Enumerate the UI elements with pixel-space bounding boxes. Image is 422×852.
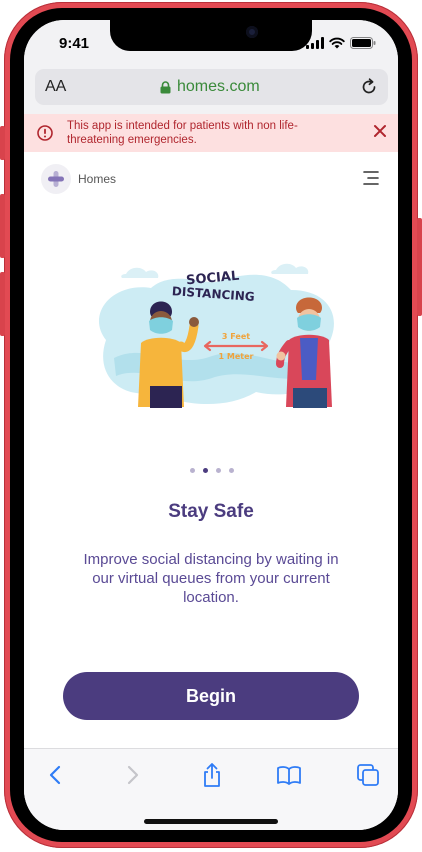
carousel-dot[interactable] (229, 468, 234, 473)
bookmarks-icon (277, 766, 301, 785)
bookmarks-button[interactable] (275, 761, 303, 789)
address-bar[interactable]: AA homes.com (35, 69, 388, 105)
onboarding-description: Improve social distancing by waiting in … (83, 551, 339, 606)
app-header: Homes (24, 160, 398, 200)
url-display[interactable]: homes.com (160, 78, 260, 96)
text-size-button[interactable]: AA (45, 78, 66, 96)
carousel-dots (190, 468, 234, 473)
social-distancing-illustration: SOCIAL DISTANCING 3 Feet 1 Meter (98, 263, 334, 408)
tabs-icon (357, 764, 379, 786)
carousel-dot[interactable] (203, 468, 208, 473)
mute-switch (0, 126, 5, 160)
browser-toolbar (24, 748, 398, 830)
back-icon (49, 765, 61, 785)
front-camera (246, 26, 258, 38)
browser-address-area: AA homes.com (24, 64, 398, 114)
volume-up-button (0, 194, 5, 258)
alert-circle-icon (37, 125, 53, 141)
status-time: 9:41 (59, 35, 90, 52)
status-icons (306, 37, 376, 49)
share-icon (204, 763, 220, 787)
carousel-dot[interactable] (216, 468, 221, 473)
alert-message: This app is intended for patients with n… (67, 120, 298, 146)
hamburger-menu-icon[interactable] (362, 170, 380, 186)
forward-icon (127, 765, 139, 785)
power-button (417, 218, 422, 316)
brand-logo[interactable] (41, 164, 71, 194)
begin-button[interactable]: Begin (63, 672, 359, 720)
volume-down-button (0, 272, 5, 336)
home-indicator (144, 819, 278, 824)
alert-banner: This app is intended for patients with n… (24, 114, 398, 152)
url-text: homes.com (177, 78, 260, 95)
back-button[interactable] (41, 761, 69, 789)
wifi-icon (329, 37, 345, 49)
close-icon[interactable] (373, 124, 387, 138)
distance-meter-label: 1 Meter (219, 352, 254, 361)
text-size-label: AA (45, 78, 67, 95)
notch (110, 20, 312, 51)
plus-logo-icon (48, 171, 64, 187)
onboarding-title: Stay Safe (168, 501, 254, 522)
forward-button[interactable] (119, 761, 147, 789)
battery-icon (350, 37, 376, 49)
lock-icon (160, 80, 171, 93)
share-button[interactable] (198, 761, 226, 789)
carousel-dot[interactable] (190, 468, 195, 473)
brand-name: Homes (78, 172, 117, 186)
screen: 9:41 AA homes.com This app is intended f… (24, 20, 398, 830)
distance-feet-label: 3 Feet (222, 332, 250, 341)
reload-icon[interactable] (359, 77, 379, 97)
tabs-button[interactable] (354, 761, 382, 789)
